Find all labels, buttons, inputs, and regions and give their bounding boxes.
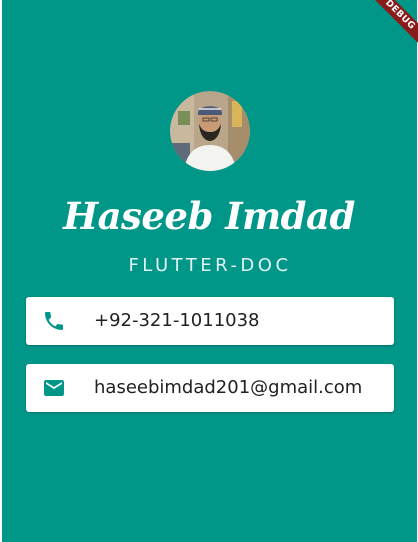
app-screen: DEBUG Haseeb Imdad FLUTTER-DOC +92-321-1… bbox=[0, 0, 418, 542]
phone-number: +92-321-1011038 bbox=[94, 310, 260, 331]
email-address: haseebimdad201@gmail.com bbox=[94, 377, 363, 398]
profile-name: Haseeb Imdad bbox=[63, 194, 355, 238]
avatar-photo bbox=[170, 91, 250, 171]
debug-banner: DEBUG bbox=[358, 0, 418, 60]
profile-title: FLUTTER-DOC bbox=[128, 255, 292, 276]
avatar bbox=[170, 91, 250, 171]
phone-icon bbox=[45, 312, 63, 330]
email-card[interactable]: haseebimdad201@gmail.com bbox=[26, 364, 394, 412]
phone-card[interactable]: +92-321-1011038 bbox=[26, 297, 394, 345]
debug-banner-label: DEBUG bbox=[366, 0, 418, 49]
email-icon bbox=[44, 380, 64, 396]
